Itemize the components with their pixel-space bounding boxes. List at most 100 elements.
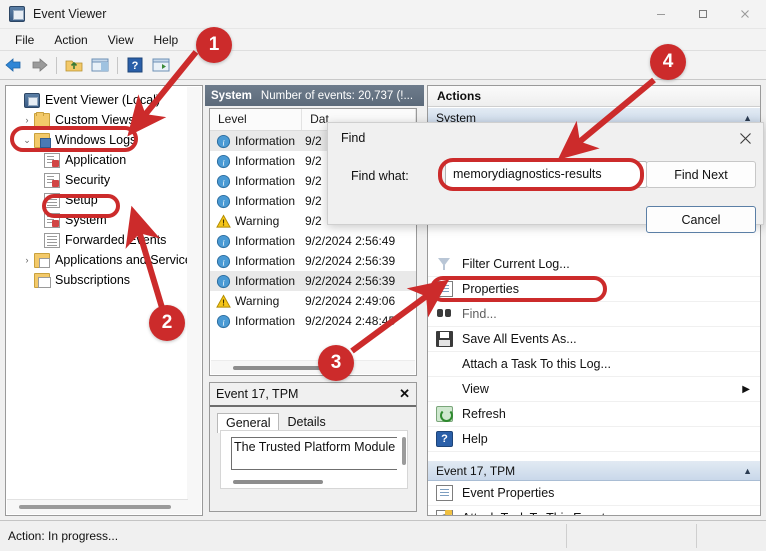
menu-help[interactable]: Help (144, 31, 189, 49)
table-row[interactable]: i Information 9/2/2024 2:56:39 (210, 271, 416, 291)
console-tree-icon[interactable] (87, 53, 113, 77)
question-mark-icon[interactable]: ? (122, 53, 148, 77)
action-item-save-all-events-as[interactable]: Save All Events As... (428, 327, 760, 352)
find-next-button[interactable]: Find Next (646, 161, 756, 188)
event-viewer-icon (24, 92, 40, 108)
find-what-label: Find what: (351, 169, 409, 183)
column-header-level[interactable]: Level (210, 109, 303, 130)
tree-root-list: Event Viewer (Local) › Custom Views ⌄ Wi… (6, 86, 202, 290)
action-item-refresh[interactable]: Refresh (428, 402, 760, 427)
annotation-marker-4: 4 (650, 44, 686, 80)
event-level-label: Information (235, 234, 296, 248)
scrollbar-thumb[interactable] (233, 366, 321, 370)
event-date-cell: 9/2/2024 2:49:06 (305, 294, 396, 308)
event-level-cell: i Information (210, 174, 303, 189)
action-item-event-properties[interactable]: Event Properties (428, 481, 760, 506)
event-description-box: The Trusted Platform Module (220, 430, 408, 489)
action-item-attach-a-task-to-this-log[interactable]: Attach a Task To this Log... (428, 352, 760, 377)
chevron-right-icon[interactable]: › (20, 255, 34, 265)
event-count-label: Number of events: 20,737 (!... (260, 89, 414, 102)
tree-item-label: Event Viewer (Local) (45, 93, 161, 107)
event-description-text: The Trusted Platform Module (231, 437, 397, 470)
action-item-help[interactable]: Help (428, 427, 760, 452)
status-bar: Action: In progress... (0, 520, 766, 551)
event-list-horizontal-scrollbar[interactable] (211, 360, 415, 374)
action-item-attach-task-to-this-event[interactable]: Attach Task To This Event... (428, 506, 760, 515)
event-level-label: Warning (235, 294, 280, 308)
action-item-label: Attach Task To This Event... (462, 511, 616, 515)
status-separator-2 (696, 524, 697, 548)
chevron-up-icon[interactable]: ▲ (743, 113, 752, 123)
table-row[interactable]: i Information 9/2/2024 2:56:39 (210, 251, 416, 271)
event-date-cell: 9/2/2024 2:56:49 (305, 234, 396, 248)
apps-services-folder-icon (34, 252, 50, 268)
log-icon (44, 232, 60, 248)
chevron-right-icon[interactable]: ▶ (742, 384, 750, 395)
table-row[interactable]: i Information 9/2/2024 2:56:49 (210, 231, 416, 251)
maximize-button[interactable] (682, 0, 724, 29)
action-item-label: Find... (462, 307, 497, 321)
event-level-label: Warning (235, 214, 280, 228)
event-viewer-window: Event Viewer File Action View Help ? Eve… (0, 0, 766, 551)
menu-view[interactable]: View (98, 31, 144, 49)
action-item-view[interactable]: View ▶ (428, 377, 760, 402)
highlight-find-action (430, 276, 607, 302)
highlight-system-tree (42, 194, 120, 218)
tree-item-forwarded-events[interactable]: Forwarded Events (6, 230, 202, 250)
tree-vertical-scrollbar[interactable] (187, 87, 201, 514)
close-icon[interactable] (727, 124, 763, 152)
cancel-button[interactable]: Cancel (646, 206, 756, 233)
back-button[interactable] (0, 53, 26, 77)
title-bar: Event Viewer (0, 0, 766, 29)
toolbar-separator (56, 56, 57, 74)
description-horizontal-scrollbar[interactable] (233, 480, 323, 484)
action-item-label: Event Properties (462, 486, 555, 500)
no-icon (436, 356, 453, 372)
chevron-up-icon[interactable]: ▲ (743, 466, 752, 476)
event-viewer-icon (9, 6, 25, 22)
scrollbar-thumb[interactable] (19, 505, 172, 509)
tree-horizontal-scrollbar[interactable] (7, 499, 188, 514)
description-vertical-scrollbar[interactable] (402, 437, 406, 465)
information-icon: i (216, 254, 231, 268)
forward-button[interactable] (26, 53, 52, 77)
menu-action[interactable]: Action (44, 31, 97, 49)
event-level-cell: i Information (210, 274, 303, 289)
highlight-find-input (438, 158, 644, 191)
event-level-cell: i Information (210, 314, 303, 329)
tree-item-application[interactable]: Application (6, 150, 202, 170)
toolbar-separator-2 (117, 56, 118, 74)
close-icon[interactable]: ✕ (399, 386, 410, 402)
event-detail-title: Event 17, TPM (216, 387, 299, 401)
no-icon (436, 381, 453, 397)
event-level-cell: i Information (210, 154, 303, 169)
action-item-filter-current-log[interactable]: Filter Current Log... (428, 252, 760, 277)
minimize-button[interactable] (640, 0, 682, 29)
tree-item-label: Forwarded Events (65, 233, 167, 247)
information-icon: i (216, 154, 231, 168)
action-pane-icon[interactable] (148, 53, 174, 77)
menu-bar: File Action View Help (0, 29, 766, 51)
svg-text:!: ! (222, 217, 225, 227)
event-properties-icon (436, 485, 453, 501)
window-title: Event Viewer (33, 7, 107, 21)
menu-file[interactable]: File (5, 31, 44, 49)
log-red-icon (44, 172, 60, 188)
table-row[interactable]: ! Warning 9/2/2024 2:49:06 (210, 291, 416, 311)
action-item-label: Save All Events As... (462, 332, 577, 346)
log-name-label: System (211, 89, 252, 102)
warning-icon: ! (216, 293, 231, 307)
tree-item-subscriptions[interactable]: Subscriptions (6, 270, 202, 290)
close-button[interactable] (724, 0, 766, 29)
tree-item-applications-and-services-logs[interactable]: › Applications and Services Lo (6, 250, 202, 270)
tree-item-event-viewer-local[interactable]: Event Viewer (Local) (6, 90, 202, 110)
table-row[interactable]: i Information 9/2/2024 2:48:45 (210, 311, 416, 331)
event-level-cell: i Information (210, 254, 303, 269)
chevron-right-icon[interactable]: › (20, 115, 34, 125)
up-one-level-button[interactable] (61, 53, 87, 77)
action-item-find[interactable]: Find... (428, 302, 760, 327)
tree-item-security[interactable]: Security (6, 170, 202, 190)
event-level-cell: i Information (210, 134, 303, 149)
refresh-icon (436, 406, 453, 422)
actions-section-event[interactable]: Event 17, TPM ▲ (428, 460, 760, 481)
